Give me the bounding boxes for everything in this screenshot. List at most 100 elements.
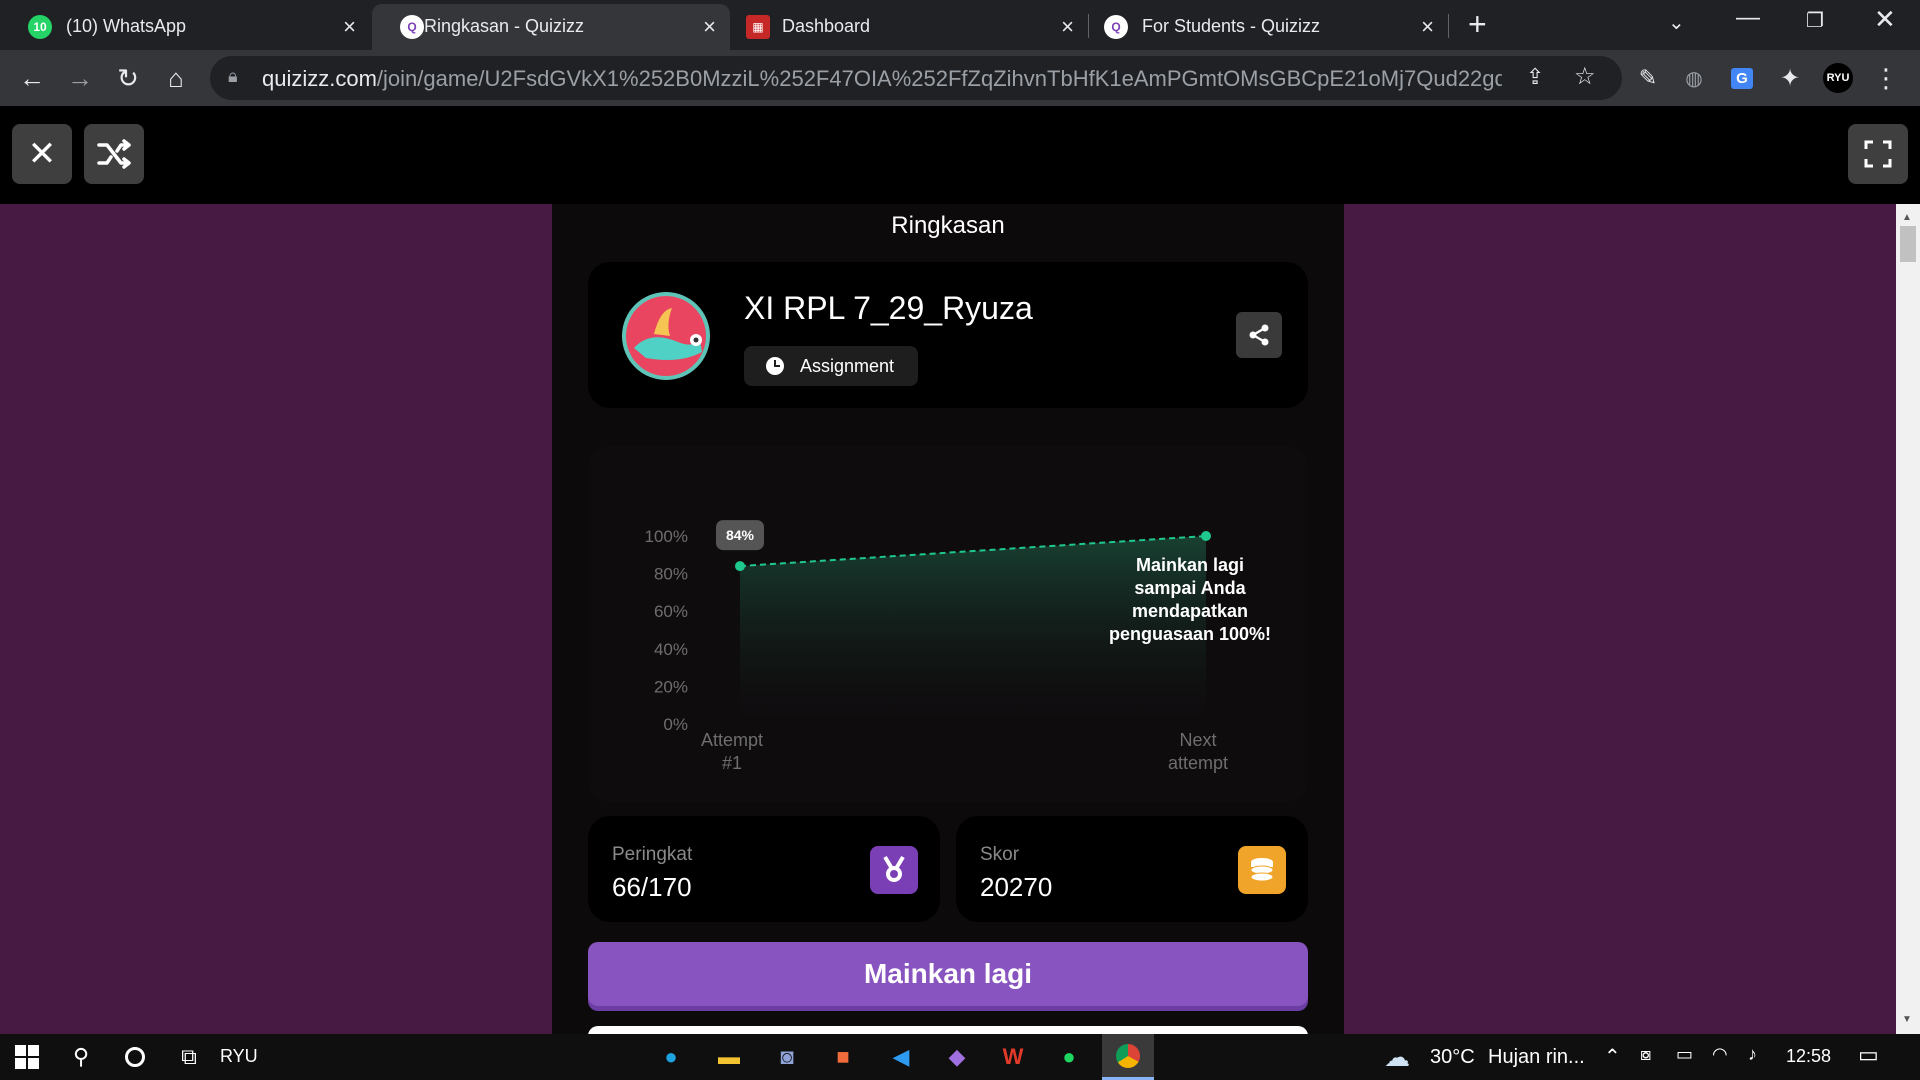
scroll-down-icon[interactable]: ▼ [1902, 1014, 1912, 1025]
avatar [622, 292, 710, 380]
close-icon[interactable]: × [1421, 14, 1434, 40]
visual-studio-icon[interactable]: ◆ [940, 1040, 974, 1074]
task-view-icon[interactable]: ⧉ [172, 1040, 206, 1074]
x-tick-label: attempt [1168, 753, 1228, 773]
whatsapp-icon: 10 [28, 15, 52, 39]
hint-line: sampai Anda [1134, 578, 1246, 598]
hint-line: Mainkan lagi [1135, 555, 1245, 575]
medal-icon [870, 846, 918, 894]
wps-office-icon[interactable]: W [996, 1040, 1030, 1074]
assignment-badge: Assignment [744, 346, 919, 386]
chrome-taskbar-button[interactable] [1102, 1034, 1154, 1080]
camera-icon[interactable]: ⧇ [1640, 1044, 1651, 1065]
y-tick-label: 0% [663, 715, 688, 734]
volume-icon[interactable]: ♪ [1748, 1044, 1757, 1065]
tab-whatsapp[interactable]: 10 (10) WhatsApp × [0, 4, 370, 50]
restore-icon[interactable]: ❐ [1806, 8, 1824, 33]
quizizz-icon: Q [1104, 15, 1128, 39]
assignment-label: Assignment [800, 355, 895, 376]
fullscreen-button[interactable] [1848, 124, 1908, 184]
score-card: Skor 20270 [956, 816, 1308, 922]
page-scrollbar[interactable]: ▲ ▼ [1896, 204, 1920, 1034]
score-value: 20270 [980, 872, 1053, 902]
scroll-up-icon[interactable]: ▲ [1902, 212, 1912, 223]
close-window-icon[interactable]: ✕ [1874, 4, 1896, 35]
app-icon[interactable]: ◙ [770, 1040, 804, 1074]
progress-chart-card: 100% 80% 60% 40% 20% 0% Attempt #1 Next attempt … [588, 446, 1308, 802]
clock-time[interactable]: 12:58 [1786, 1046, 1831, 1067]
player-card: XI RPL 7_29_Ryuza Assignment [588, 262, 1308, 408]
close-quiz-button[interactable]: ✕ [12, 124, 72, 184]
forward-icon[interactable]: → [60, 58, 100, 98]
weather-temp[interactable]: 30°C [1430, 1046, 1475, 1069]
home-icon[interactable]: ⌂ [156, 58, 196, 98]
play-again-button[interactable]: Mainkan lagi [588, 942, 1308, 1006]
address-bar[interactable]: 🔒︎ quizizz.com/join/game/U2FsdGVkX1%252B… [210, 56, 1622, 100]
tab-search-icon[interactable]: ⌄ [1668, 10, 1685, 35]
summary-panel: Ringkasan XI RPL 7_29_Ryuza Assignment 1… [552, 204, 1344, 1034]
y-tick-label: 100% [645, 527, 688, 546]
rank-label: Peringkat [612, 844, 693, 865]
cortana-icon[interactable] [118, 1040, 152, 1074]
clock-icon [766, 357, 784, 375]
chevron-up-icon[interactable]: ⌃ [1604, 1044, 1621, 1069]
x-tick-label: Next [1179, 730, 1216, 750]
data-point [735, 561, 745, 572]
minimize-icon[interactable]: — [1736, 4, 1760, 32]
page-title: Ringkasan [891, 212, 1005, 239]
profile-avatar[interactable]: RYU [1818, 58, 1858, 98]
close-icon[interactable]: × [1061, 14, 1074, 40]
url-path: /join/game/U2FsdGVkX1%252B0MzziL%252F47O… [376, 66, 1502, 91]
close-icon[interactable]: × [703, 14, 716, 40]
close-icon[interactable]: × [343, 14, 356, 40]
shuffle-button[interactable] [84, 124, 144, 184]
x-tick-label: Attempt [701, 730, 763, 750]
next-button-partial[interactable] [588, 1026, 1308, 1034]
translate-icon[interactable]: G [1722, 58, 1762, 98]
file-explorer-icon[interactable]: ▬ [712, 1040, 746, 1074]
rank-card: Peringkat 66/170 [588, 816, 940, 922]
rank-value: 66/170 [612, 872, 692, 902]
battery-icon[interactable]: ▭ [1676, 1044, 1693, 1065]
wifi-icon[interactable]: ◠ [1712, 1044, 1728, 1065]
data-point [1201, 531, 1211, 541]
scrollbar-thumb[interactable] [1900, 226, 1916, 262]
tab-ringkasan[interactable]: Q Ringkasan - Quizizz × [372, 4, 730, 50]
windows-start-icon[interactable] [10, 1040, 44, 1074]
share-button[interactable] [1236, 312, 1282, 358]
pen-extension-icon[interactable]: ✎ [1628, 58, 1668, 98]
windows-taskbar: ⚲ ⧉ RYU ● ▬ ◙ ■ ◀ ◆ W ● ☁ 30°C Hujan rin… [0, 1034, 1920, 1080]
tab-label: (10) WhatsApp [66, 16, 187, 36]
reload-icon[interactable]: ↻ [108, 58, 148, 98]
share-icon [1249, 324, 1269, 346]
url-host: quizizz.com [262, 66, 377, 91]
coins-icon [1238, 846, 1286, 894]
taskbar-search-label: RYU [220, 1046, 258, 1066]
browser-toolbar: ← → ↻ ⌂ 🔒︎ quizizz.com/join/game/U2FsdGV… [0, 50, 1920, 106]
shuffle-icon [97, 139, 131, 169]
back-icon[interactable]: ← [12, 58, 52, 98]
weather-text[interactable]: Hujan rin... [1488, 1046, 1585, 1069]
new-tab-button[interactable]: + [1468, 6, 1487, 43]
tab-label: Ringkasan - Quizizz [424, 16, 585, 36]
tab-dashboard[interactable]: ▦ Dashboard × [732, 4, 1088, 50]
tab-for-students[interactable]: Q For Students - Quizizz × [1090, 4, 1448, 50]
xampp-icon[interactable]: ■ [826, 1040, 860, 1074]
bookmark-star-icon[interactable]: ☆ [1574, 62, 1596, 91]
share-page-icon[interactable]: ⇪ [1526, 64, 1544, 90]
menu-icon[interactable]: ⋮ [1866, 58, 1906, 98]
spotify-icon[interactable]: ● [1052, 1040, 1086, 1074]
extensions-puzzle-icon[interactable]: ✦ [1770, 58, 1810, 98]
vscode-icon[interactable]: ◀ [884, 1040, 918, 1074]
main-area: Ringkasan XI RPL 7_29_Ryuza Assignment 1… [0, 204, 1896, 1034]
y-tick-label: 80% [654, 565, 688, 584]
lock-icon: 🔒︎ [228, 66, 238, 86]
search-icon[interactable]: ⚲ [64, 1040, 98, 1074]
y-tick-label: 60% [654, 602, 688, 621]
quizizz-icon: Q [400, 15, 424, 39]
x-tick-label: #1 [722, 753, 742, 773]
tab-separator [1088, 14, 1089, 38]
notification-icon[interactable]: ▭ [1858, 1042, 1879, 1068]
extension-icon[interactable]: ◍ [1674, 58, 1714, 98]
edge-icon[interactable]: ● [654, 1040, 688, 1074]
